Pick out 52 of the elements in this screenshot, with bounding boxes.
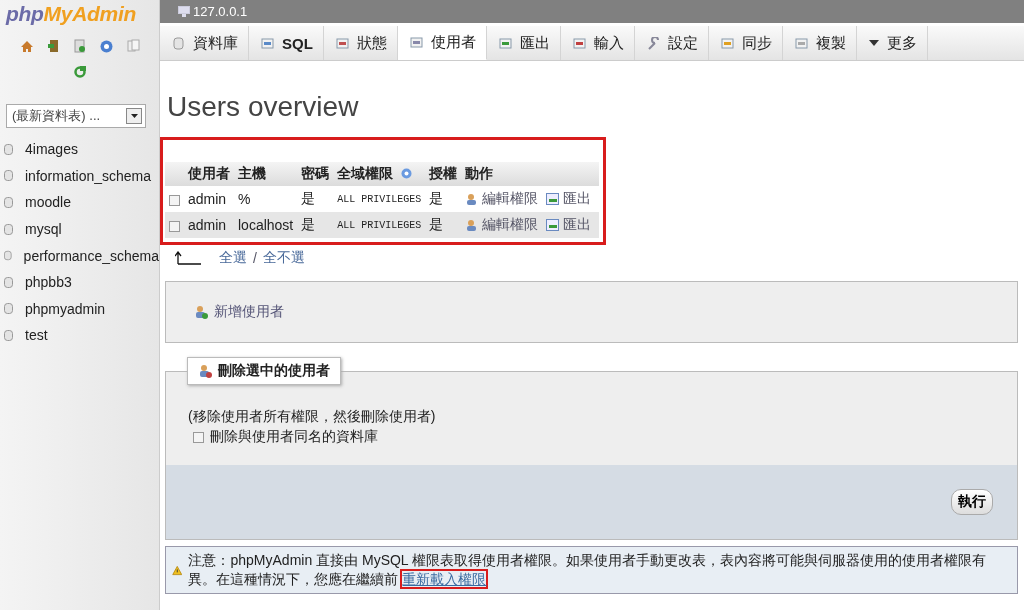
tab[interactable]: 狀態 xyxy=(323,26,398,60)
table-cell: % xyxy=(234,186,298,212)
server-breadcrumb[interactable]: 127.0.0.1 xyxy=(193,4,248,19)
table-cell: admin xyxy=(184,212,234,238)
export-link[interactable]: 匯出 xyxy=(563,216,592,234)
table-cell: 是 xyxy=(425,212,462,238)
deselect-all-link[interactable]: 全不選 xyxy=(262,249,305,267)
notice-text: 注意：phpMyAdmin 直接由 MySQL 權限表取得使用者權限。如果使用者手動更改表，表內容將可能與伺服器使用的使用者權限有異。在這種情況下，您應在繼續前 重新載入權限 xyxy=(188,551,987,589)
tab[interactable]: 輸入 xyxy=(560,26,635,60)
column-header: 密碼 xyxy=(297,162,334,186)
tab[interactable]: SQL xyxy=(249,26,324,60)
database-link[interactable]: 4images xyxy=(25,141,78,158)
column-header: 主機 xyxy=(234,162,298,186)
table-cell: ALL PRIVILEGES xyxy=(333,186,426,212)
edit-privileges-link[interactable]: 編輯權限 xyxy=(482,216,539,234)
column-header: 動作 xyxy=(461,162,600,186)
database-link[interactable]: information_schema xyxy=(25,167,152,184)
checkbox-label: 刪除與使用者同名的資料庫 xyxy=(210,428,378,446)
legend-title: 刪除選中的使用者 xyxy=(218,362,330,380)
table-cell: ALL PRIVILEGES xyxy=(333,212,426,238)
go-button[interactable]: 執行 xyxy=(951,489,993,515)
reload-privileges-link[interactable]: 重新載入權限 xyxy=(400,569,489,589)
add-user-link[interactable]: 新增使用者 xyxy=(214,303,284,321)
column-header: 使用者 xyxy=(184,162,234,186)
database-link[interactable]: mysql xyxy=(25,221,62,238)
select-all-link[interactable]: 全選 xyxy=(219,249,247,267)
logo: phpMyAdmin xyxy=(6,2,136,26)
tab[interactable]: 使用者 xyxy=(397,26,487,60)
tab[interactable]: 複製 xyxy=(782,26,857,60)
tab[interactable]: 資料庫 xyxy=(160,26,249,60)
database-link[interactable]: test xyxy=(25,327,48,344)
column-header: 授權 xyxy=(425,162,462,186)
separator: / xyxy=(253,250,257,266)
tab[interactable]: 更多 xyxy=(856,26,928,60)
table-cell: 是 xyxy=(297,186,334,212)
column-header: 全域權限 xyxy=(333,162,426,186)
database-link[interactable]: phpbb3 xyxy=(25,274,72,291)
table-select[interactable]: (最新資料表) ... xyxy=(6,104,146,128)
database-link[interactable]: phpmyadmin xyxy=(25,300,106,317)
tab[interactable]: 同步 xyxy=(708,26,783,60)
tab[interactable]: 匯出 xyxy=(486,26,561,60)
export-link[interactable]: 匯出 xyxy=(563,190,592,208)
table-cell: 是 xyxy=(425,186,462,212)
page-title: Users overview xyxy=(167,91,360,123)
tab[interactable]: 設定 xyxy=(634,26,709,60)
table-cell: localhost xyxy=(234,212,298,238)
delete-note: (移除使用者所有權限，然後刪除使用者) xyxy=(188,408,437,426)
table-cell: 是 xyxy=(297,212,334,238)
edit-privileges-link[interactable]: 編輯權限 xyxy=(482,190,539,208)
database-link[interactable]: moodle xyxy=(25,194,71,211)
database-link[interactable]: performance_schema xyxy=(23,247,159,264)
table-cell: admin xyxy=(184,186,234,212)
